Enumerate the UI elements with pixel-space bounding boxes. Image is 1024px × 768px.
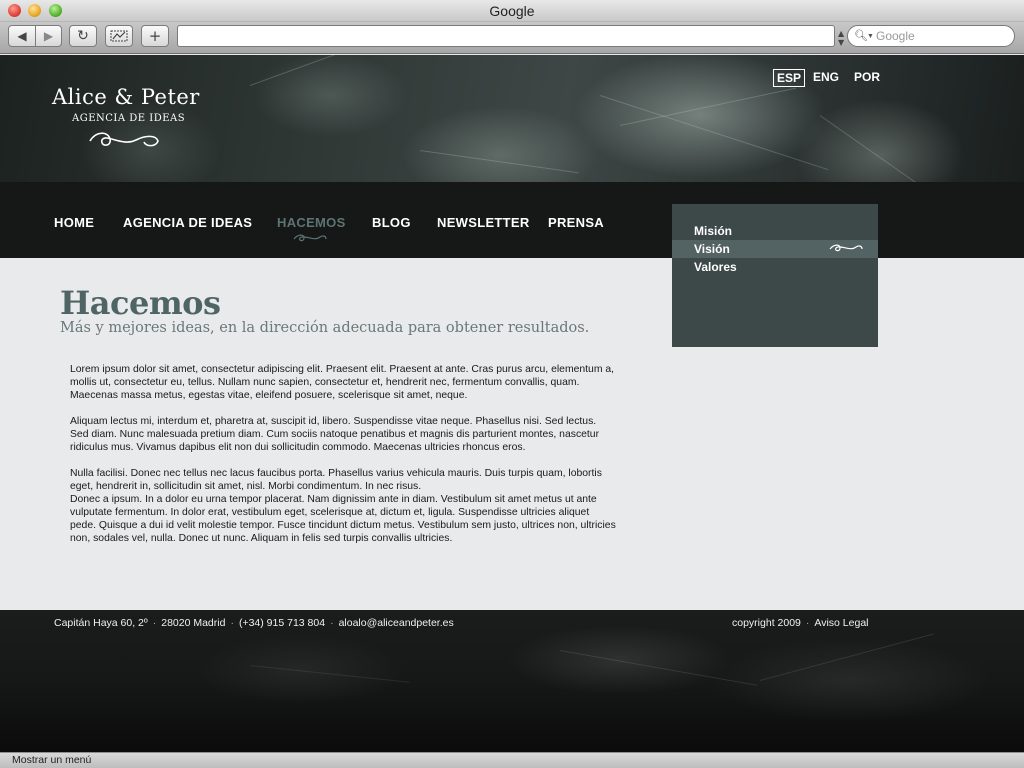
submenu-panel: Misión Visión Valores <box>672 204 878 347</box>
language-eng[interactable]: ENG <box>810 69 842 85</box>
leaf-decoration <box>819 115 935 182</box>
text-line: non, sodales vel, nulla. Donec ut nunc. … <box>70 533 453 544</box>
add-bookmark-button[interactable]: + <box>141 25 169 47</box>
leaf-decoration <box>559 650 758 686</box>
nav-home[interactable]: HOME <box>54 215 94 230</box>
language-por[interactable]: POR <box>851 69 883 85</box>
text-line: Donec a ipsum. In a dolor eu urna tempor… <box>70 494 597 505</box>
leaf-decoration <box>249 665 410 683</box>
search-placeholder: Google <box>876 29 915 43</box>
site-footer: Capitán Haya 60, 2º · 28020 Madrid · (+34) 9… <box>0 610 1024 752</box>
nav-agencia-de-ideas[interactable]: AGENCIA DE IDEAS <box>123 215 252 230</box>
logo-title[interactable]: Alice & Peter <box>52 85 200 109</box>
address-stepper-icon[interactable]: ▲ ▼ <box>838 29 844 47</box>
search-icon: 🔍︎ <box>854 30 868 42</box>
separator: · <box>805 617 810 629</box>
leaf-decoration <box>419 150 579 174</box>
active-flourish-icon <box>293 234 327 242</box>
footer-postal: 28020 Madrid <box>161 617 226 629</box>
search-input[interactable]: 🔍︎ ▼ Google <box>847 25 1015 47</box>
submenu-item-vision[interactable]: Visión <box>672 240 878 258</box>
reload-button[interactable]: ↻ <box>69 25 97 47</box>
separator: · <box>230 617 234 629</box>
footer-legal: copyright 2009 · Aviso Legal <box>732 617 869 629</box>
text-line: ridiculus mus. Vivamus dapibus elit non … <box>70 442 526 453</box>
submenu-item-label: Valores <box>694 260 737 274</box>
plus-icon: + <box>148 27 162 45</box>
text-line: Aliquam lectus mi, interdum et, pharetra… <box>70 416 597 427</box>
text-line: Lorem ipsum dolor sit amet, consectetur … <box>70 364 615 375</box>
separator: · <box>330 617 334 629</box>
aviso-legal-link[interactable]: Aviso Legal <box>814 617 868 629</box>
footer-contact: Capitán Haya 60, 2º · 28020 Madrid · (+34) 9… <box>54 617 454 629</box>
nav-prensa[interactable]: PRENSA <box>548 215 604 230</box>
leaf-decoration <box>249 55 392 86</box>
submenu-item-label: Visión <box>694 242 730 256</box>
text-line: vulputate fermentum. In dolor erat, vest… <box>70 507 590 518</box>
footer-address: Capitán Haya 60, 2º <box>54 617 148 629</box>
web-clip-icon <box>110 30 128 42</box>
text-line: Maecenas massa metus, egestas vitae, ele… <box>70 390 468 401</box>
search-dropdown-icon[interactable]: ▼ <box>867 33 874 40</box>
paragraph-2: Aliquam lectus mi, interdum et, pharetra… <box>70 415 642 454</box>
window-title: Google <box>489 3 535 19</box>
footer-phone: (+34) 915 713 804 <box>238 617 326 629</box>
text-line: mollis ut, consectetur eu, tellus. Nulla… <box>70 377 580 388</box>
leaf-decoration <box>619 87 797 126</box>
submenu-item-mision[interactable]: Misión <box>672 222 878 240</box>
nav-newsletter[interactable]: NEWSLETTER <box>437 215 530 230</box>
nav-hacemos[interactable]: HACEMOS <box>277 215 346 230</box>
flourish-icon <box>89 132 159 147</box>
address-bar[interactable] <box>177 25 835 47</box>
active-flourish-icon <box>829 244 863 252</box>
logo-subtitle: AGENCIA DE IDEAS <box>72 113 186 124</box>
footer-email-link[interactable]: aloalo@aliceandpeter.es <box>339 617 454 629</box>
window-titlebar: Google <box>0 0 1024 22</box>
paragraph-1: Lorem ipsum dolor sit amet, consectetur … <box>70 363 642 402</box>
browser-toolbar: ◀ ▶ ↻ + ▲ ▼ 🔍︎ ▼ Google <box>0 22 1024 54</box>
nav-blog[interactable]: BLOG <box>372 215 411 230</box>
separator: · <box>152 617 157 629</box>
reload-icon: ↻ <box>77 28 89 44</box>
submenu-item-label: Misión <box>694 224 732 238</box>
text-line: eget, hendrerit in, sollicitudin sit ame… <box>70 481 422 492</box>
footer-copyright: copyright 2009 <box>732 617 801 629</box>
forward-button[interactable]: ▶ <box>35 25 62 47</box>
text-line: Nulla facilisi. Donec nec tellus nec lac… <box>70 468 602 479</box>
page-subtitle: Más y mejores ideas, en la dirección ade… <box>60 320 590 336</box>
text-line: Sed diam. Nunc malesuada pretium diam. C… <box>70 429 600 440</box>
site-header: Alice & Peter AGENCIA DE IDEAS ESP ENG P… <box>0 55 1024 182</box>
page-title: Hacemos <box>60 284 221 322</box>
leaf-decoration <box>599 95 829 171</box>
back-button[interactable]: ◀ <box>8 25 36 47</box>
forward-arrow-icon: ▶ <box>43 29 54 43</box>
text-line: pede. Quisque a dui id velit molestie te… <box>70 520 616 531</box>
leaf-decoration <box>759 633 934 681</box>
back-arrow-icon: ◀ <box>17 29 27 43</box>
web-clip-button[interactable] <box>105 25 133 47</box>
status-bar: Mostrar un menú <box>0 752 1024 768</box>
submenu-item-valores[interactable]: Valores <box>672 258 878 276</box>
paragraph-3: Nulla facilisi. Donec nec tellus nec lac… <box>70 467 642 545</box>
language-esp[interactable]: ESP <box>773 69 806 87</box>
